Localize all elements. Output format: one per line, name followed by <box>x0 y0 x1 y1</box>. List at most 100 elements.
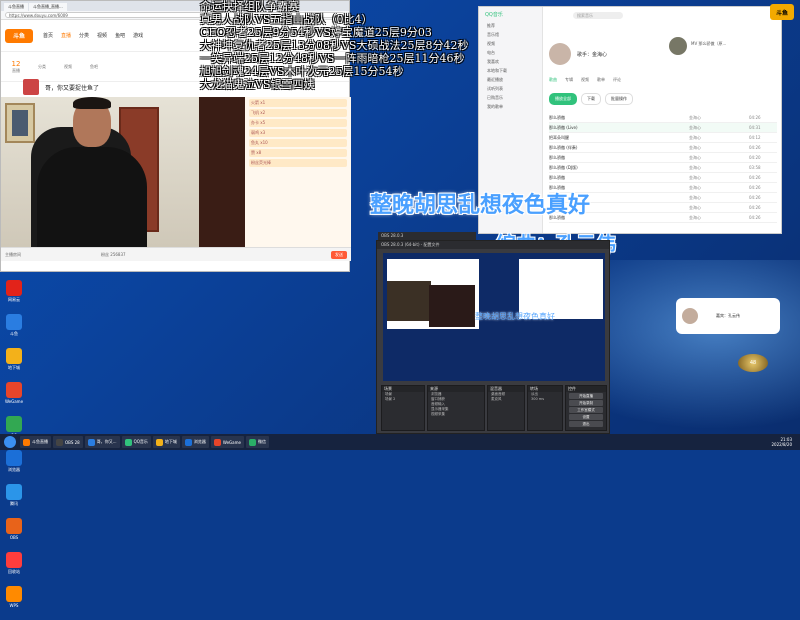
music-search-input[interactable]: 搜索音乐 <box>573 12 623 19</box>
desktop-icon[interactable]: 回收站 <box>2 552 26 582</box>
desktop-icon[interactable]: WeGame <box>2 382 26 412</box>
obs-control-button[interactable]: 开始直播 <box>569 393 603 399</box>
song-row[interactable]: 那么骄傲 (Live) 金海心 04:31 <box>549 123 777 133</box>
music-tab[interactable]: 歌曲 <box>549 77 557 83</box>
desktop-icon[interactable]: 地下城 <box>2 348 26 378</box>
taskbar-item[interactable]: 地下城 <box>152 436 180 448</box>
obs-control-button[interactable]: 开始录制 <box>569 400 603 406</box>
gift-item[interactable]: 弱鸡 x3 <box>249 129 347 137</box>
taskbar-item[interactable]: 斗鱼直播 <box>20 436 51 448</box>
music-sidebar-item[interactable]: 我喜欢 <box>479 57 542 66</box>
gift-item[interactable]: 赞 x8 <box>249 149 347 157</box>
gift-item[interactable]: 粉丝荧光棒 <box>249 159 347 167</box>
obs-preview[interactable]: 整晚胡思乱想夜色真好 <box>383 253 605 381</box>
taskbar-label: 微信 <box>257 439 266 444</box>
obs-list-item[interactable]: 视频采集 <box>428 412 484 417</box>
speed-gauge[interactable]: 48 <box>738 354 768 372</box>
song-title: 那么骄傲 <box>549 154 565 160</box>
music-sidebar-item[interactable]: 最近播放 <box>479 75 542 84</box>
nav-item[interactable]: 视频 <box>97 32 107 39</box>
nav-item[interactable]: 游戏 <box>133 32 143 39</box>
music-sidebar-item[interactable]: 已购音乐 <box>479 93 542 102</box>
taskbar-item[interactable]: QQ音乐 <box>121 436 151 448</box>
music-tab[interactable]: 专辑 <box>565 77 573 83</box>
guest-popup[interactable]: 嘉宾：孔云伟 <box>676 298 780 334</box>
song-artist: 金海心 <box>689 134 701 140</box>
music-tab[interactable]: 歌单 <box>597 77 605 83</box>
site-logo[interactable]: 斗鱼 <box>5 28 33 43</box>
nav-item[interactable]: 鱼吧 <box>115 32 125 39</box>
song-artist: 金海心 <box>689 144 701 150</box>
song-row[interactable]: 把耳朵叫醒 金海心 04:12 <box>549 133 777 143</box>
desktop-icon[interactable]: WPS <box>2 586 26 616</box>
category-item[interactable]: 12 直播 <box>5 60 27 74</box>
desktop-icon[interactable]: 腾讯 <box>2 484 26 514</box>
desktop-icon[interactable]: 浏览器 <box>2 450 26 480</box>
obs-control-button[interactable]: 工作室模式 <box>569 407 603 413</box>
song-artist: 金海心 <box>689 184 701 190</box>
music-sidebar-item[interactable]: 音乐馆 <box>479 30 542 39</box>
song-row[interactable]: 那么骄傲 (伴奏) 金海心 04:26 <box>549 143 777 153</box>
music-tab[interactable]: 视频 <box>581 77 589 83</box>
music-sidebar-item[interactable]: 试听列表 <box>479 84 542 93</box>
taskbar-item[interactable]: OBS 28 <box>53 436 83 448</box>
taskbar-item[interactable]: WeGame <box>210 436 244 448</box>
gift-item[interactable]: 办卡 x5 <box>249 119 347 127</box>
music-tab[interactable]: 评论 <box>613 77 621 83</box>
music-action-button[interactable]: 播放全部 <box>549 93 577 105</box>
category-item[interactable]: 鱼吧 <box>83 64 105 70</box>
music-sidebar-item[interactable]: 本地和下载 <box>479 66 542 75</box>
song-row[interactable]: 那么骄傲 金海心 04:20 <box>549 153 777 163</box>
obs-preview-lyric: 整晚胡思乱想夜色真好 <box>475 312 555 321</box>
taskbar-item[interactable]: 微信 <box>245 436 269 448</box>
song-row[interactable]: 那么骄傲 金海心 04:26 <box>549 113 777 123</box>
obs-list-item[interactable]: 麦克风 <box>488 397 524 402</box>
category-item[interactable]: 分类 <box>31 64 53 70</box>
app-icon <box>6 416 22 432</box>
gift-item[interactable]: 飞机 x2 <box>249 109 347 117</box>
taskbar-app-icon <box>87 438 95 446</box>
taskbar-item[interactable]: 浏览器 <box>181 436 209 448</box>
song-artist: 金海心 <box>689 194 701 200</box>
taskbar-item[interactable]: 哥，你又... <box>84 436 120 448</box>
nav-item[interactable]: 首页 <box>43 32 53 39</box>
desktop-icon-label: OBS <box>9 535 19 540</box>
obs-list-item[interactable]: 场景 2 <box>382 397 424 402</box>
singer-avatar[interactable] <box>549 43 571 65</box>
obs-tab[interactable]: OBS 28.0.3 <box>378 232 476 240</box>
music-sidebar-item[interactable]: 电台 <box>479 48 542 57</box>
mv-thumbnail[interactable] <box>669 37 687 55</box>
taskbar-label: 地下城 <box>164 439 177 444</box>
mv-title[interactable]: MV 那么骄傲（原... <box>691 41 726 47</box>
desktop-icon[interactable]: OBS <box>2 518 26 548</box>
song-row[interactable]: 那么骄傲 金海心 04:26 <box>549 173 777 183</box>
category-item[interactable]: 视频 <box>57 64 79 70</box>
taskbar-app-icon <box>56 438 63 446</box>
browser-tab[interactable]: 斗鱼直播 <box>4 3 28 11</box>
obs-control-button[interactable]: 设置 <box>569 414 603 420</box>
browser-tab[interactable]: 斗鱼直播_直播... <box>29 3 67 11</box>
music-action-button[interactable]: 批量操作 <box>605 93 633 105</box>
windows-start-icon[interactable] <box>4 436 16 448</box>
taskbar-app-icon <box>213 438 221 446</box>
music-sidebar-item[interactable]: 视频 <box>479 39 542 48</box>
streamer-avatar[interactable] <box>23 79 39 95</box>
song-row[interactable]: 那么骄傲 (DJ版) 金海心 03:58 <box>549 163 777 173</box>
category-label: 鱼吧 <box>90 63 98 69</box>
webcam-video[interactable] <box>1 97 199 247</box>
music-action-button[interactable]: 下载 <box>581 93 601 105</box>
nav-item[interactable]: 分类 <box>79 32 89 39</box>
nav-item[interactable]: 直播 <box>61 32 71 39</box>
desktop-icon[interactable]: 斗鱼 <box>2 314 26 344</box>
obs-list-item[interactable]: 300 ms <box>528 397 562 402</box>
obs-panel: 来源 浏览器 窗口捕获 音频输入 显示器采集 视频采集 <box>427 385 485 431</box>
desktop-icon[interactable]: 网易云 <box>2 280 26 310</box>
music-sidebar-item[interactable]: 推荐 <box>479 21 542 30</box>
gift-item[interactable]: 火箭 x1 <box>249 99 347 107</box>
song-duration: 04:20 <box>749 155 761 160</box>
system-clock[interactable]: 21:03 2022/8/20 <box>771 437 792 447</box>
send-button[interactable]: 发送 <box>331 250 347 259</box>
obs-control-button[interactable]: 退出 <box>569 421 603 427</box>
gift-item[interactable]: 鱼丸 x10 <box>249 139 347 147</box>
music-sidebar-item[interactable]: 我的歌单 <box>479 102 542 111</box>
